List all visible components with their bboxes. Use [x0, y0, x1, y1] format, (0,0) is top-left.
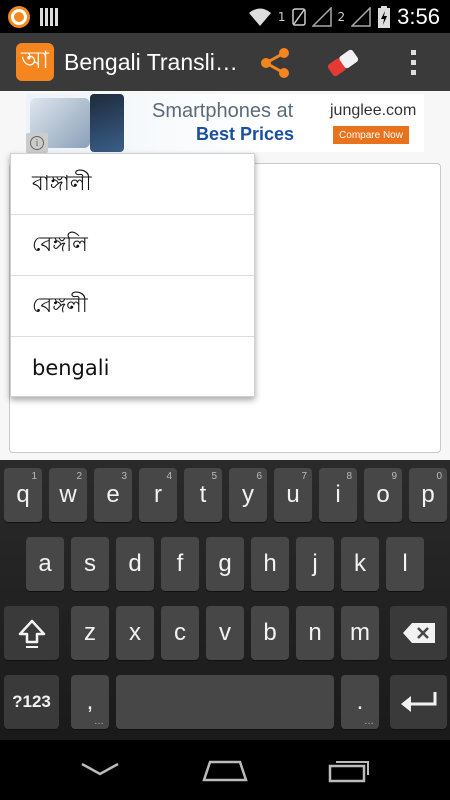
- symbols-key[interactable]: ?123: [4, 675, 59, 729]
- enter-key[interactable]: [390, 675, 447, 729]
- key-w[interactable]: w2: [49, 468, 87, 522]
- key-f[interactable]: f: [161, 537, 199, 591]
- key-t[interactable]: t5: [184, 468, 222, 522]
- key-p[interactable]: p0: [409, 468, 447, 522]
- ad-brand: junglee.com: [330, 102, 417, 119]
- back-button[interactable]: [70, 752, 130, 788]
- key-s[interactable]: s: [71, 537, 109, 591]
- sim1-label: 1: [277, 10, 286, 24]
- battery-icon: [378, 6, 391, 28]
- app-icon[interactable]: আ: [16, 43, 54, 81]
- key-m[interactable]: m: [341, 606, 379, 660]
- notification-bars-icon: [40, 8, 58, 26]
- backspace-key[interactable]: [390, 606, 447, 660]
- clear-button[interactable]: [321, 41, 365, 85]
- key-d[interactable]: d: [116, 537, 154, 591]
- key-h[interactable]: h: [251, 537, 289, 591]
- ad-info-button[interactable]: i: [26, 133, 48, 153]
- recents-button[interactable]: [320, 752, 380, 788]
- key-r[interactable]: r4: [139, 468, 177, 522]
- ad-banner[interactable]: Smartphones at Best Prices junglee.com C…: [26, 94, 424, 152]
- info-icon: i: [30, 136, 44, 150]
- space-key[interactable]: [116, 675, 334, 729]
- enter-icon: [400, 692, 436, 712]
- navigation-bar: [0, 740, 450, 800]
- suggestion-item[interactable]: বেঙ্গলী: [11, 276, 254, 337]
- signal1-icon: [311, 7, 332, 27]
- ad-headline: Smartphones at: [152, 100, 294, 122]
- key-k[interactable]: k: [341, 537, 379, 591]
- notification-app-icon: [8, 6, 30, 28]
- wifi-icon: [248, 8, 271, 26]
- status-bar: 1 2 3:56: [0, 0, 450, 33]
- shift-key[interactable]: [4, 606, 59, 660]
- home-icon: [202, 760, 248, 782]
- sim2-label: 2: [337, 10, 346, 24]
- action-bar: আ Bengali Transli…: [0, 33, 450, 91]
- overflow-menu-icon: [411, 50, 416, 75]
- overflow-menu-button[interactable]: [392, 41, 436, 85]
- key-c[interactable]: c: [161, 606, 199, 660]
- suggestions-popup: বাঙ্গালী বেঙ্গলি বেঙ্গলী bengali: [10, 153, 255, 397]
- home-button[interactable]: [195, 752, 255, 788]
- key-y[interactable]: y6: [229, 468, 267, 522]
- recents-icon: [328, 761, 369, 783]
- share-button[interactable]: [253, 41, 297, 85]
- soft-keyboard: q1 w2 e3 r4 t5 y6 u7 i8 o9 p0 a s d f g …: [0, 460, 450, 740]
- ad-phone-image-2: [90, 94, 124, 152]
- share-icon: [261, 48, 289, 78]
- app-title: Bengali Transli…: [64, 48, 238, 75]
- key-u[interactable]: u7: [274, 468, 312, 522]
- ad-cta-button[interactable]: Compare Now: [333, 126, 409, 144]
- key-a[interactable]: a: [26, 537, 64, 591]
- key-n[interactable]: n: [296, 606, 334, 660]
- key-i[interactable]: i8: [319, 468, 357, 522]
- back-icon: [81, 762, 119, 776]
- eraser-icon: [327, 49, 359, 77]
- suggestion-item[interactable]: বেঙ্গলি: [11, 215, 254, 276]
- no-sim-icon: [291, 8, 306, 26]
- key-v[interactable]: v: [206, 606, 244, 660]
- status-time: 3:56: [397, 4, 440, 29]
- key-z[interactable]: z: [71, 606, 109, 660]
- key-o[interactable]: o9: [364, 468, 402, 522]
- shift-icon: [18, 619, 45, 648]
- key-q[interactable]: q1: [4, 468, 42, 522]
- key-g[interactable]: g: [206, 537, 244, 591]
- suggestion-item[interactable]: বাঙ্গালী: [11, 154, 254, 215]
- signal2-icon: [351, 7, 371, 27]
- key-e[interactable]: e3: [94, 468, 132, 522]
- key-j[interactable]: j: [296, 537, 334, 591]
- key-l[interactable]: l: [386, 537, 424, 591]
- suggestion-item[interactable]: bengali: [11, 337, 254, 398]
- key-x[interactable]: x: [116, 606, 154, 660]
- backspace-icon: [402, 623, 435, 643]
- key-b[interactable]: b: [251, 606, 289, 660]
- comma-key[interactable]: ,…: [71, 675, 109, 729]
- ad-subheadline: Best Prices: [196, 124, 295, 144]
- period-key[interactable]: .…: [341, 675, 379, 729]
